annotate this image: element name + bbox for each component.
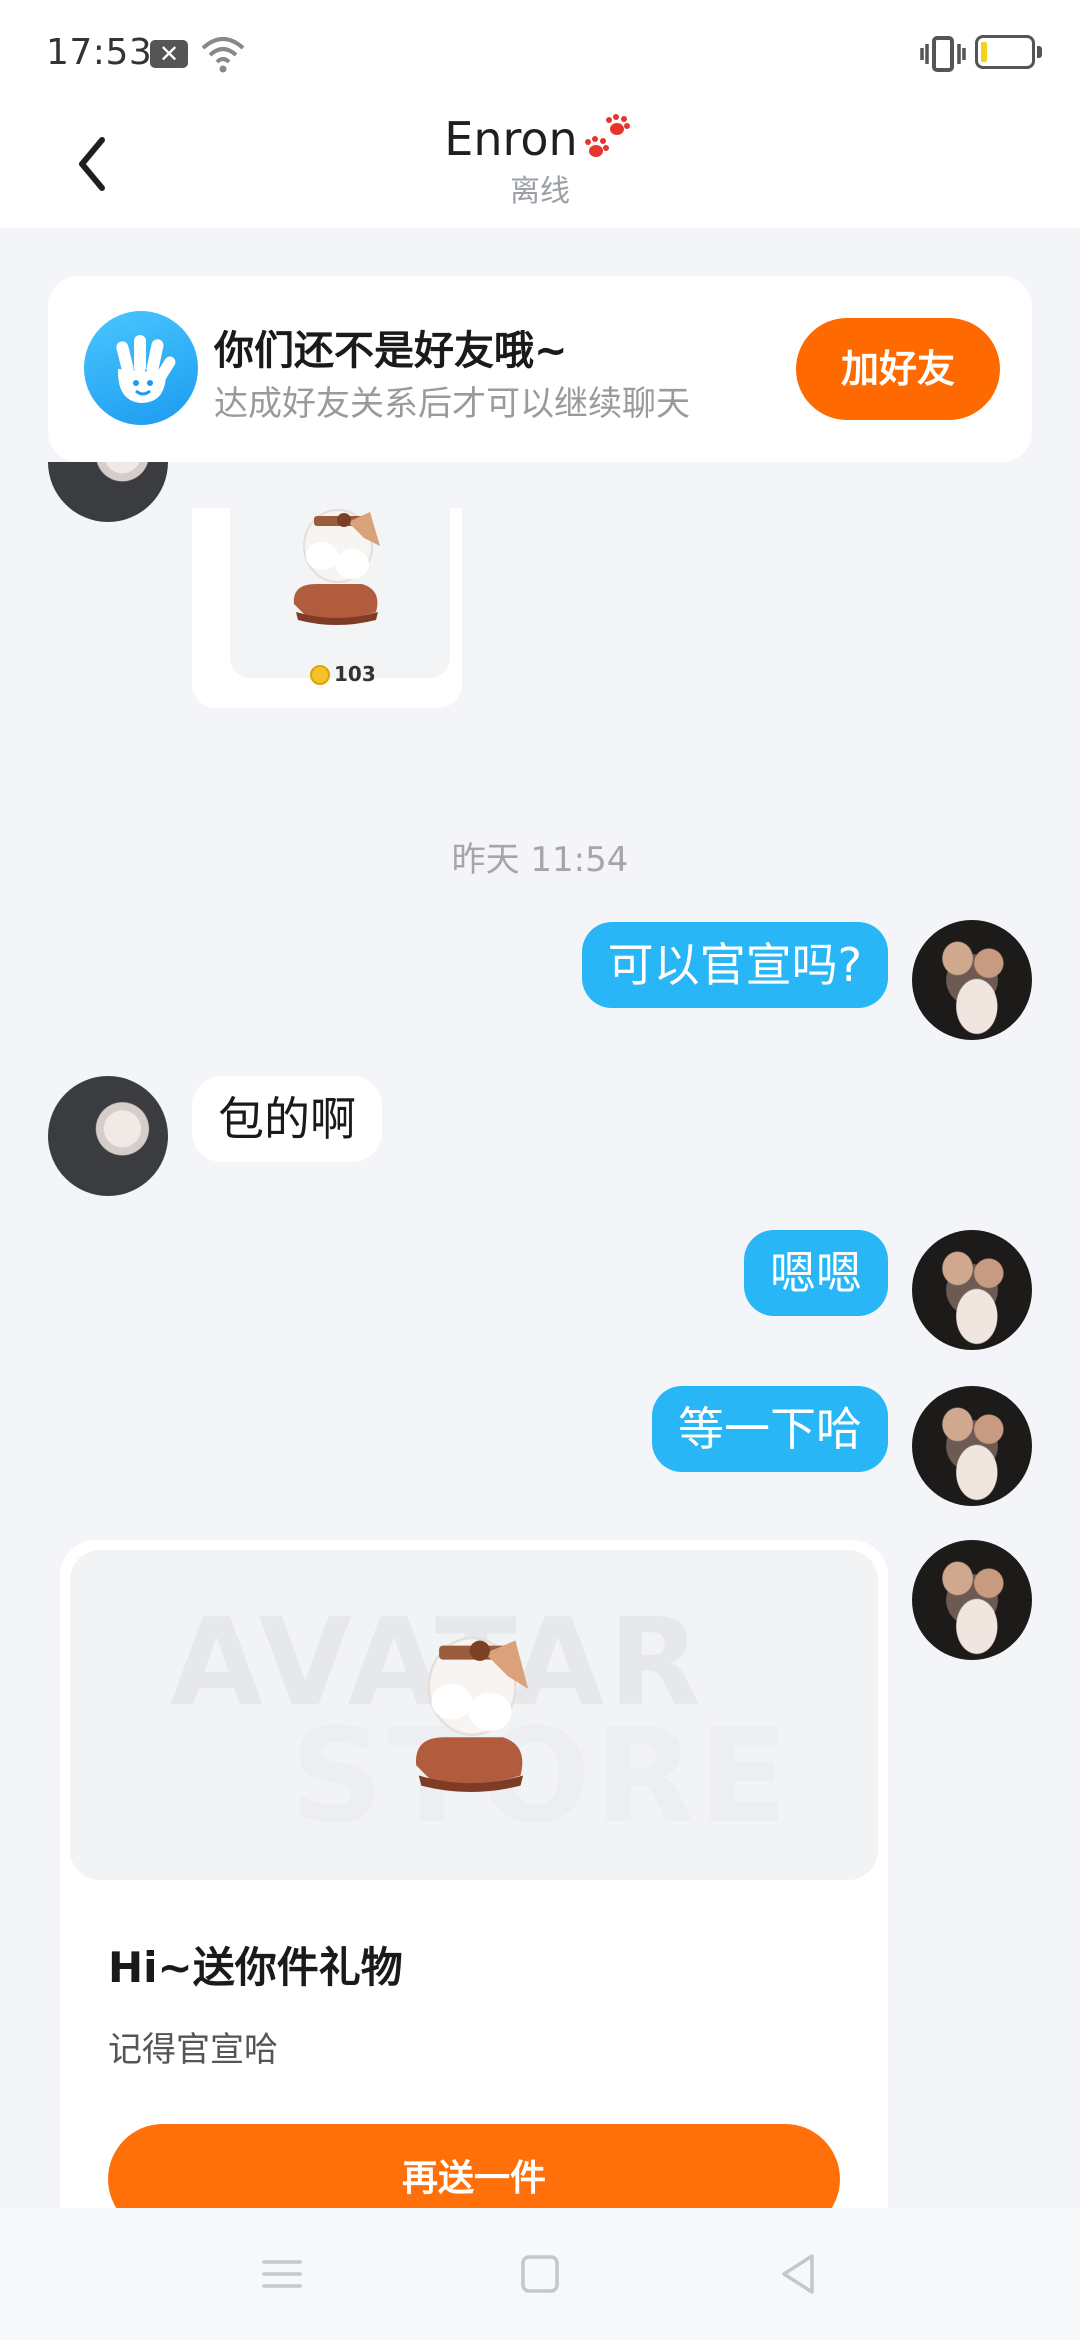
message-bubble-sent[interactable]: 等一下哈 [652, 1386, 888, 1472]
gift-card-image: AVATAR STORE [70, 1550, 878, 1880]
message-bubble-received[interactable]: 包的啊 [192, 1076, 382, 1162]
my-avatar[interactable] [912, 920, 1032, 1040]
vibrate-icon [920, 36, 966, 72]
boot-gift-image [293, 509, 380, 625]
not-friends-banner: 你们还不是好友哦~ 达成好友关系后才可以继续聊天 加好友 [48, 276, 1032, 462]
gift-card-title: Hi~送你件礼物 [108, 1943, 403, 1992]
contact-avatar[interactable] [48, 462, 168, 522]
chat-message-list[interactable]: 103 昨天 11:54 可以官宣吗? 包的啊 嗯嗯 等一下哈 AVATAR S… [0, 462, 1080, 2210]
message-bubble-sent[interactable]: 可以官宣吗? [581, 922, 888, 1008]
battery-level [981, 42, 987, 62]
contact-avatar[interactable] [48, 1076, 168, 1196]
wave-hand-icon [84, 311, 198, 425]
gift-card-subtitle: 记得官宣哈 [108, 2030, 278, 2070]
message-bubble-sent[interactable]: 嗯嗯 [744, 1230, 888, 1316]
paw-icon [584, 113, 630, 157]
gift-card-message[interactable]: AVATAR STORE Hi~送你件礼物 记得官宣哈 再送一件 [60, 1540, 888, 2210]
gift-price: 103 [310, 662, 376, 686]
my-avatar[interactable] [912, 1386, 1032, 1506]
gift-thumbnail-image [230, 508, 450, 678]
online-status: 离线 [510, 174, 570, 209]
status-bar: 17:53 ✕ [0, 0, 1080, 100]
page-title: Enron [0, 108, 1080, 167]
banner-title: 你们还不是好友哦~ [214, 328, 568, 374]
system-nav-bar [0, 2208, 1080, 2340]
my-avatar[interactable] [912, 1540, 1032, 1660]
banner-subtitle: 达成好友关系后才可以继续聊天 [214, 384, 690, 424]
nav-back-icon[interactable] [768, 2244, 828, 2304]
contact-name: Enron [444, 111, 578, 166]
add-friend-button[interactable]: 加好友 [796, 318, 1000, 420]
coin-icon [310, 665, 330, 685]
status-time: 17:53 [46, 32, 153, 73]
boot-gift-image [415, 1636, 529, 1792]
notification-close-icon: ✕ [150, 40, 188, 68]
gift-message-thumbnail[interactable]: 103 [192, 508, 462, 708]
menu-icon[interactable] [252, 2244, 312, 2304]
battery-icon [975, 35, 1042, 69]
gift-price-value: 103 [334, 662, 376, 686]
chat-header: Enron 离线 [0, 100, 1080, 228]
wifi-icon [201, 37, 245, 73]
home-icon[interactable] [510, 2244, 570, 2304]
my-avatar[interactable] [912, 1230, 1032, 1350]
send-again-button[interactable]: 再送一件 [108, 2124, 840, 2210]
message-timestamp: 昨天 11:54 [451, 840, 629, 880]
